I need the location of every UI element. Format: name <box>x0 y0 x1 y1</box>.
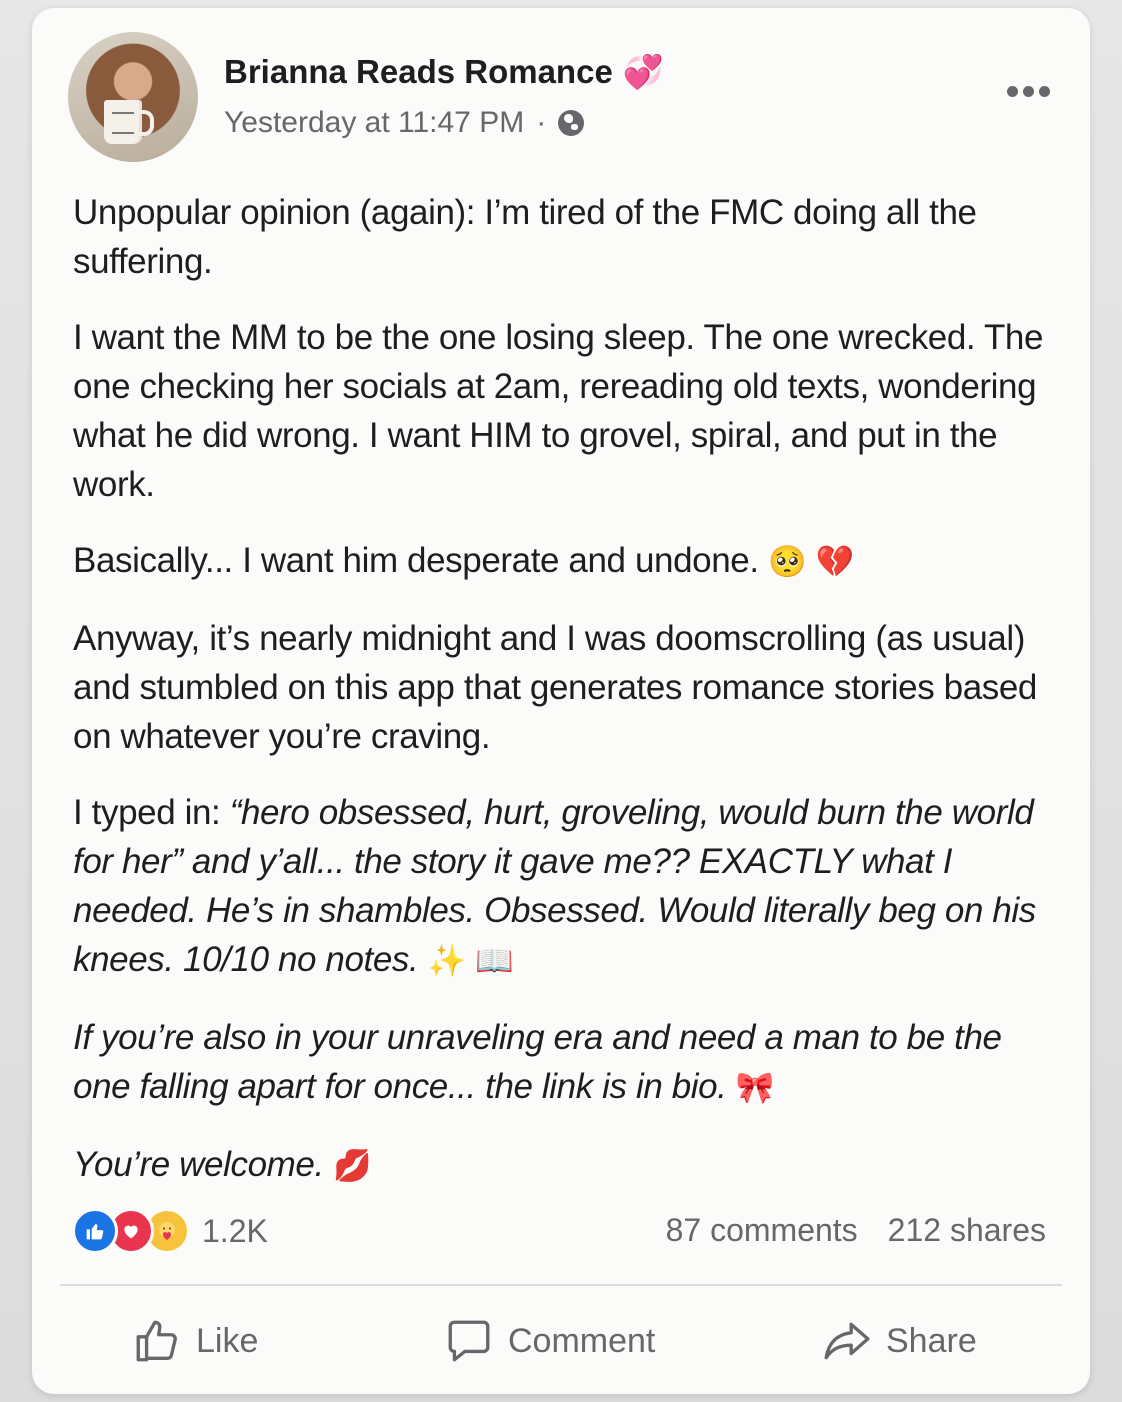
hearts-emoji-icon: 💞 <box>622 52 664 91</box>
post-paragraph-4: Anyway, it’s nearly midnight and I was d… <box>73 619 1037 756</box>
thumbs-up-icon <box>136 1320 177 1362</box>
post-stats: 87 comments 212 shares <box>666 1212 1046 1249</box>
kiss-mark-emoji-icon: 💋 <box>333 1148 372 1184</box>
author-name-text[interactable]: Brianna Reads Romance <box>224 53 613 90</box>
meta-separator: · <box>536 106 547 139</box>
open-book-emoji-icon: 📖 <box>475 943 514 979</box>
shares-count[interactable]: 212 shares <box>888 1212 1046 1249</box>
broken-heart-emoji-icon: 💔 <box>815 544 855 580</box>
post-paragraph-6: If you’re also in your unraveling era an… <box>73 1013 1063 1113</box>
share-arrow-icon <box>824 1322 870 1360</box>
paragraph-3-text: Basically... I want him desperate and un… <box>73 541 759 580</box>
comment-label: Comment <box>508 1321 656 1360</box>
post-meta: Yesterday at 11:47 PM · <box>224 106 585 140</box>
post-paragraph-3: Basically... I want him desperate and un… <box>73 536 1063 587</box>
sparkles-emoji-icon: ✨ <box>427 943 467 979</box>
share-button[interactable]: Share <box>822 1316 977 1366</box>
like-label: Like <box>196 1321 259 1360</box>
reactions-summary[interactable]: 1.2K <box>72 1208 268 1254</box>
post-paragraph-1: Unpopular opinion (again): I’m tired of … <box>73 193 977 281</box>
comment-button[interactable]: Comment <box>444 1316 655 1366</box>
paragraph-5-intro: I typed in: <box>73 793 230 832</box>
reaction-count: 1.2K <box>202 1212 268 1249</box>
paragraph-7-italic: You’re welcome. <box>73 1145 324 1184</box>
ribbon-emoji-icon: 🎀 <box>735 1070 775 1106</box>
post-body: Unpopular opinion (again): I’m tired of … <box>73 188 1063 1218</box>
post-paragraph-5: I typed in: “hero obsessed, hurt, grovel… <box>73 788 1063 986</box>
share-label: Share <box>886 1321 977 1360</box>
like-button[interactable]: Like <box>132 1316 258 1366</box>
mug-image <box>104 100 154 144</box>
timestamp[interactable]: Yesterday at 11:47 PM <box>224 106 524 140</box>
post-paragraph-7: You’re welcome. 💋 <box>73 1140 1063 1191</box>
post-paragraph-2: I want the MM to be the one losing sleep… <box>73 318 1044 504</box>
globe-icon[interactable] <box>558 110 585 136</box>
comment-bubble-icon <box>448 1320 490 1362</box>
comments-count[interactable]: 87 comments <box>666 1212 858 1249</box>
divider <box>60 1284 1062 1286</box>
paragraph-6-italic: If you’re also in your unraveling era an… <box>73 1018 1002 1106</box>
pleading-face-emoji-icon: 🥺 <box>768 544 807 580</box>
post-card: Brianna Reads Romance 💞 Yesterday at 11:4… <box>32 8 1090 1394</box>
avatar[interactable] <box>68 32 198 162</box>
like-reaction-icon <box>72 1208 118 1254</box>
author-name[interactable]: Brianna Reads Romance 💞 <box>224 52 664 92</box>
more-options-icon[interactable] <box>1007 86 1050 97</box>
